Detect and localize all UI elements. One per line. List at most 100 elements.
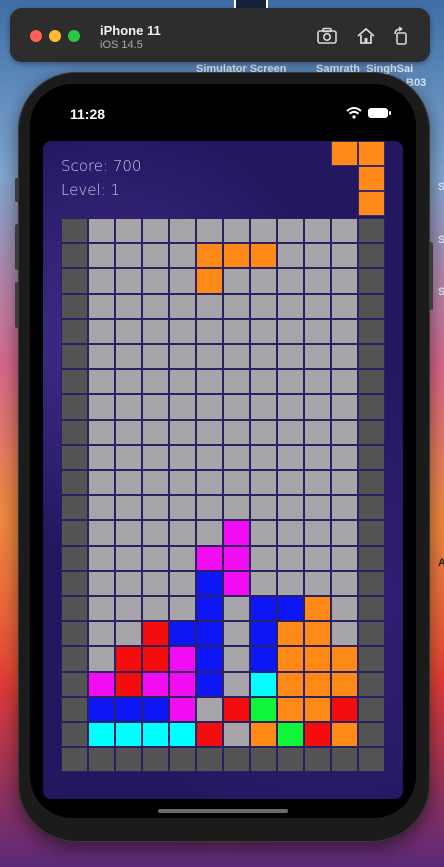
board-empty-cell [223, 470, 250, 496]
board-empty-cell [223, 369, 250, 395]
board-empty-cell [142, 243, 169, 269]
board-empty-cell [196, 444, 223, 470]
board-empty-cell [115, 570, 142, 596]
board-empty-cell [250, 470, 277, 496]
board-empty-cell [115, 495, 142, 521]
board-wall-cell [358, 696, 385, 722]
board-block-orange [304, 671, 331, 697]
board-empty-cell [223, 495, 250, 521]
board-wall-cell [61, 369, 88, 395]
board-empty-cell [331, 570, 358, 596]
board-empty-cell [142, 344, 169, 370]
board-empty-cell [88, 394, 115, 420]
board-empty-cell [304, 318, 331, 344]
board-empty-cell [277, 218, 304, 244]
board-empty-cell [196, 344, 223, 370]
board-empty-cell [223, 419, 250, 445]
home-indicator[interactable] [158, 809, 288, 813]
board-empty-cell [304, 344, 331, 370]
board-block-orange [331, 646, 358, 672]
board-empty-cell [196, 520, 223, 546]
battery-icon [368, 108, 391, 118]
board-block-orange [304, 596, 331, 622]
simulator-title-bar: iPhone 11 iOS 14.5 [10, 8, 430, 62]
board-empty-cell [331, 596, 358, 622]
board-wall-cell [358, 671, 385, 697]
board-block-orange [196, 268, 223, 294]
board-empty-cell [142, 545, 169, 571]
board-empty-cell [142, 268, 169, 294]
board-empty-cell [142, 570, 169, 596]
board-wall-cell [61, 243, 88, 269]
close-window-button[interactable] [30, 30, 42, 42]
board-empty-cell [115, 596, 142, 622]
board-block-magenta [223, 570, 250, 596]
board-empty-cell [223, 344, 250, 370]
board-empty-cell [88, 318, 115, 344]
board-empty-cell [88, 293, 115, 319]
board-block-red [115, 671, 142, 697]
board-block-blue [250, 596, 277, 622]
board-empty-cell [277, 470, 304, 496]
next-piece-block [358, 166, 385, 191]
board-empty-cell [142, 218, 169, 244]
home-icon[interactable] [355, 26, 377, 46]
tetris-game-view[interactable]: Score: 700 Level: 1 [43, 141, 403, 799]
desktop-file-label[interactable]: S [438, 234, 444, 246]
board-empty-cell [250, 394, 277, 420]
desktop-file-label[interactable]: S [438, 286, 444, 298]
board-wall-cell [358, 596, 385, 622]
board-wall-cell [61, 570, 88, 596]
board-empty-cell [277, 369, 304, 395]
board-empty-cell [223, 394, 250, 420]
board-empty-cell [115, 293, 142, 319]
volume-up-button [15, 224, 19, 270]
board-empty-cell [169, 243, 196, 269]
score-label: Score: 700 [61, 157, 142, 175]
desktop-file-label[interactable]: A [438, 557, 444, 569]
board-block-orange [277, 696, 304, 722]
board-empty-cell [115, 243, 142, 269]
board-block-magenta [169, 696, 196, 722]
board-empty-cell [223, 621, 250, 647]
board-block-cyan [142, 722, 169, 748]
board-empty-cell [223, 596, 250, 622]
board-empty-cell [88, 444, 115, 470]
board-empty-cell [196, 293, 223, 319]
board-block-orange [304, 696, 331, 722]
board-block-red [196, 722, 223, 748]
board-block-blue [142, 696, 169, 722]
board-empty-cell [88, 243, 115, 269]
board-empty-cell [169, 293, 196, 319]
board-block-blue [169, 621, 196, 647]
board-wall-cell [250, 747, 277, 773]
board-empty-cell [115, 470, 142, 496]
board-empty-cell [115, 444, 142, 470]
board-empty-cell [277, 419, 304, 445]
board-empty-cell [277, 495, 304, 521]
rotate-icon[interactable] [390, 26, 412, 46]
board-block-magenta [88, 671, 115, 697]
board-block-red [115, 646, 142, 672]
board-empty-cell [250, 344, 277, 370]
board-empty-cell [88, 470, 115, 496]
desktop-file-label[interactable]: S [438, 181, 444, 193]
screenshot-icon[interactable] [316, 26, 338, 46]
board-empty-cell [304, 293, 331, 319]
board-wall-cell [358, 318, 385, 344]
board-empty-cell [250, 369, 277, 395]
minimize-window-button[interactable] [49, 30, 61, 42]
board-wall-cell [61, 444, 88, 470]
board-block-orange [250, 722, 277, 748]
board-block-orange [223, 243, 250, 269]
board-wall-cell [358, 419, 385, 445]
board-block-green [250, 696, 277, 722]
zoom-window-button[interactable] [68, 30, 80, 42]
board-empty-cell [169, 369, 196, 395]
board-empty-cell [196, 470, 223, 496]
board-wall-cell [358, 470, 385, 496]
board-empty-cell [277, 268, 304, 294]
board-wall-cell [61, 495, 88, 521]
board-empty-cell [304, 419, 331, 445]
board-empty-cell [304, 394, 331, 420]
